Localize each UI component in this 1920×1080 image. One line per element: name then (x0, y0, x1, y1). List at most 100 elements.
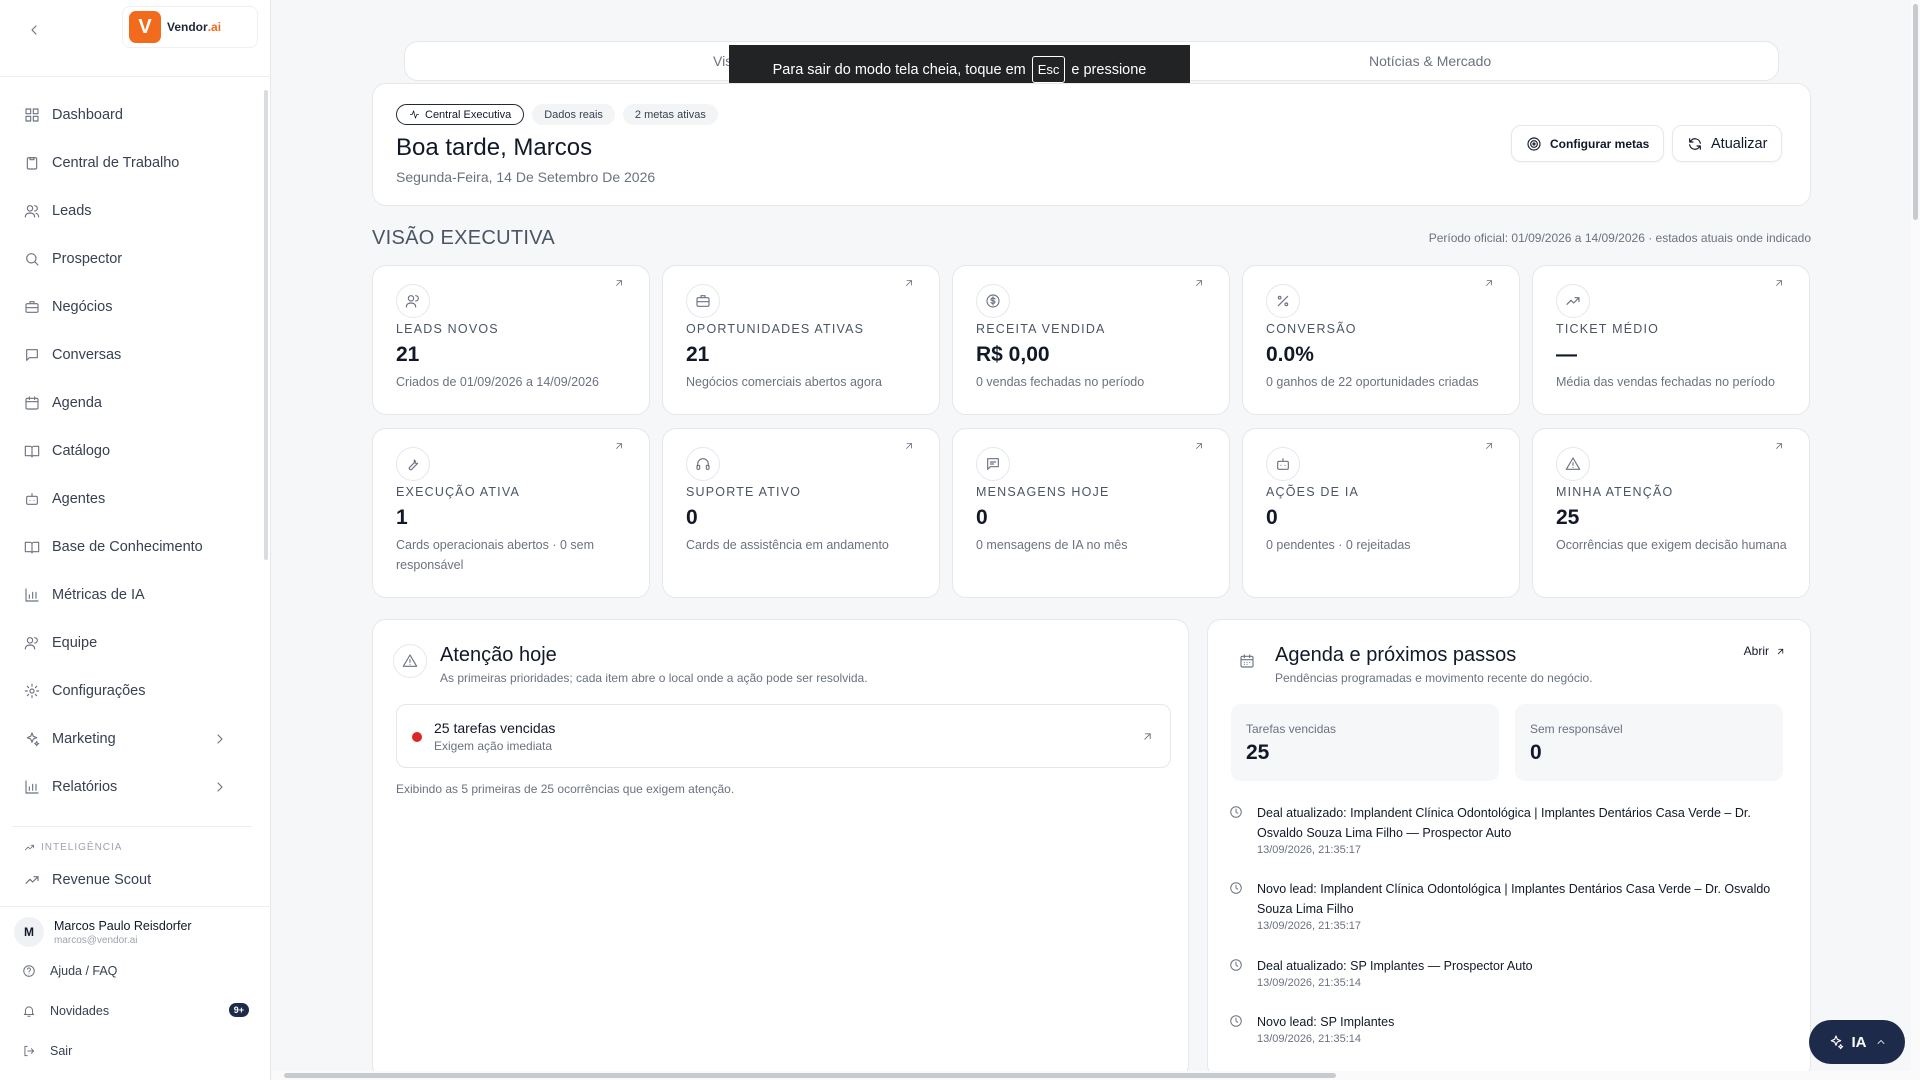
sparkles-icon (26, 732, 40, 747)
kpi-card-oportunidades-ativas[interactable]: OPORTUNIDADES ATIVAS 21 Negócios comerci… (662, 265, 940, 415)
timeline-item[interactable]: Deal atualizado: Implandent Clínica Odon… (1229, 803, 1789, 856)
ia-assistant-button[interactable]: IA (1809, 1020, 1905, 1064)
toast-text-end: e pressione (1071, 61, 1147, 78)
kpi-card-minha-atencao[interactable]: MINHA ATENÇÃO 25 Ocorrências que exigem … (1532, 428, 1810, 598)
page-horizontal-scroll-thumb[interactable] (284, 1073, 1336, 1078)
kpi-value: R$ 0,00 (976, 343, 1050, 366)
trending-up-icon (25, 876, 39, 884)
trending-up-icon (24, 844, 35, 851)
arrow-up-right-icon[interactable] (1483, 440, 1495, 452)
logout-link[interactable]: Sair (0, 1031, 271, 1071)
sidebar-item-label: Agentes (52, 491, 106, 507)
sidebar-item-negocios[interactable]: Negócios (0, 283, 262, 331)
sidebar-item-marketing[interactable]: Marketing (0, 715, 262, 763)
clock-icon (1230, 959, 1242, 971)
kpi-card-acoes-de-ia[interactable]: AÇÕES DE IA 0 0 pendentes · 0 rejeitadas (1242, 428, 1520, 598)
attention-item[interactable]: 25 tarefas vencidas Exigem ação imediata (396, 704, 1171, 768)
sidebar-item-equipe[interactable]: Equipe (0, 619, 262, 667)
briefcase-icon (25, 301, 39, 313)
bell-icon (23, 1006, 35, 1017)
kpi-description: Média das vendas fechadas no período (1556, 375, 1775, 389)
kpi-card-conversao[interactable]: CONVERSÃO 0.0% 0 ganhos de 22 oportunida… (1242, 265, 1520, 415)
kpi-value: 25 (1556, 506, 1580, 529)
sidebar-item-dashboard[interactable]: Dashboard (0, 91, 262, 139)
kpi-card-execucao-ativa[interactable]: EXECUÇÃO ATIVA 1 Cards operacionais aber… (372, 428, 650, 598)
sidebar-item-conversas[interactable]: Conversas (0, 331, 262, 379)
sidebar-item-metricas-de-ia[interactable]: Métricas de IA (0, 571, 262, 619)
timeline-item[interactable]: Novo lead: Implandent Clínica Odontológi… (1229, 879, 1789, 932)
kpi-label: LEADS NOVOS (396, 322, 499, 336)
sidebar-item-relatorios[interactable]: Relatórios (0, 763, 262, 811)
arrow-up-right-icon[interactable] (903, 440, 915, 452)
sidebar-item-revenue-scout[interactable]: Revenue Scout (0, 856, 262, 904)
agenda-open-link[interactable]: Abrir (1744, 644, 1786, 658)
sidebar-item-catalogo[interactable]: Catálogo (0, 427, 262, 475)
sidebar-item-label: Métricas de IA (52, 587, 145, 603)
kpi-value: 0 (976, 506, 988, 529)
kpi-card-mensagens-hoje[interactable]: MENSAGENS HOJE 0 0 mensagens de IA no mê… (952, 428, 1230, 598)
kpi-label: AÇÕES DE IA (1266, 485, 1360, 499)
chevron-left-icon (31, 25, 37, 35)
agenda-panel: Agenda e próximos passos Pendências prog… (1207, 619, 1811, 1079)
arrow-up-right-icon[interactable] (1483, 277, 1495, 289)
arrow-up-right-icon[interactable] (1773, 440, 1785, 452)
clock-icon (1230, 1015, 1242, 1027)
sidebar-item-prospector[interactable]: Prospector (0, 235, 262, 283)
logo-mark: V (129, 11, 161, 43)
user-profile[interactable]: M Marcos Paulo Reisdorfer marcos@vendor.… (0, 907, 271, 947)
sidebar-footer: M Marcos Paulo Reisdorfer marcos@vendor.… (0, 906, 271, 1071)
bot-icon (26, 493, 38, 505)
sidebar-item-agentes[interactable]: Agentes (0, 475, 262, 523)
user-email: marcos@vendor.ai (54, 934, 138, 946)
arrow-up-right-icon[interactable] (903, 277, 915, 289)
sidebar-item-agenda[interactable]: Agenda (0, 379, 262, 427)
tab-noticias-mercado[interactable]: Notícias & Mercado (1369, 53, 1491, 69)
sidebar-scrollbar[interactable] (264, 90, 268, 560)
sidebar-item-label: Conversas (52, 347, 122, 363)
sidebar-item-configuracoes[interactable]: Configurações (0, 667, 262, 715)
collapse-sidebar-button[interactable] (22, 18, 46, 42)
help-link[interactable]: Ajuda / FAQ (0, 951, 271, 991)
sidebar-item-label: Leads (52, 203, 92, 219)
news-link[interactable]: Novidades 9+ (0, 991, 271, 1031)
sidebar-item-label: Configurações (52, 683, 146, 699)
chevron-right-icon (217, 782, 223, 792)
timeline-time: 13/09/2026, 21:35:14 (1257, 1033, 1361, 1045)
logout-label: Sair (50, 1044, 73, 1058)
arrow-up-right-icon[interactable] (1773, 277, 1785, 289)
kpi-label: CONVERSÃO (1266, 322, 1357, 336)
arrow-up-right-icon[interactable] (613, 277, 625, 289)
ia-button-label: IA (1851, 1033, 1867, 1051)
chevron-right-icon (217, 734, 223, 744)
timeline-item[interactable]: Novo lead: SP Implantes 13/09/2026, 21:3… (1229, 1012, 1789, 1045)
bar-chart-icon (25, 588, 39, 602)
sidebar-item-central-de-trabalho[interactable]: Central de Trabalho (0, 139, 262, 187)
kpi-label: OPORTUNIDADES ATIVAS (686, 322, 865, 336)
timeline-text: Novo lead: SP Implantes (1257, 1015, 1395, 1029)
dollar-icon (986, 294, 1000, 308)
kpi-value: 0 (1266, 506, 1278, 529)
sidebar-item-leads[interactable]: Leads (0, 187, 262, 235)
logo[interactable]: V Vendor.ai (122, 6, 258, 48)
book-icon (24, 445, 40, 458)
sidebar-nav: Dashboard Central de Trabalho Leads Pros… (0, 91, 262, 811)
arrow-up-right-icon[interactable] (613, 440, 625, 452)
kpi-card-receita-vendida[interactable]: RECEITA VENDIDA R$ 0,00 0 vendas fechada… (952, 265, 1230, 415)
sidebar-item-base-de-conhecimento[interactable]: Base de Conhecimento (0, 523, 262, 571)
timeline-item[interactable]: Deal atualizado: SP Implantes — Prospect… (1229, 956, 1789, 989)
kpi-label: TICKET MÉDIO (1556, 322, 1660, 336)
arrow-up-right-icon[interactable] (1193, 277, 1205, 289)
kpi-card-suporte-ativo[interactable]: SUPORTE ATIVO 0 Cards de assistência em … (662, 428, 940, 598)
timeline-text: Deal atualizado: SP Implantes — Prospect… (1257, 959, 1533, 973)
period-info: Período oficial: 01/09/2026 a 14/09/2026… (1428, 231, 1811, 245)
configure-goals-button[interactable]: Configurar metas (1511, 125, 1665, 162)
refresh-button[interactable]: Atualizar (1672, 125, 1783, 162)
search-icon (26, 253, 39, 266)
page-vertical-scroll-thumb[interactable] (1913, 4, 1918, 220)
news-badge: 9+ (228, 1003, 249, 1017)
kpi-icon-wrap (396, 447, 430, 481)
kpi-card-ticket-medio[interactable]: TICKET MÉDIO — Média das vendas fechadas… (1532, 265, 1810, 415)
kpi-card-leads-novos[interactable]: LEADS NOVOS 21 Criados de 01/09/2026 a 1… (372, 265, 650, 415)
help-label: Ajuda / FAQ (50, 964, 118, 978)
arrow-up-right-icon[interactable] (1193, 440, 1205, 452)
